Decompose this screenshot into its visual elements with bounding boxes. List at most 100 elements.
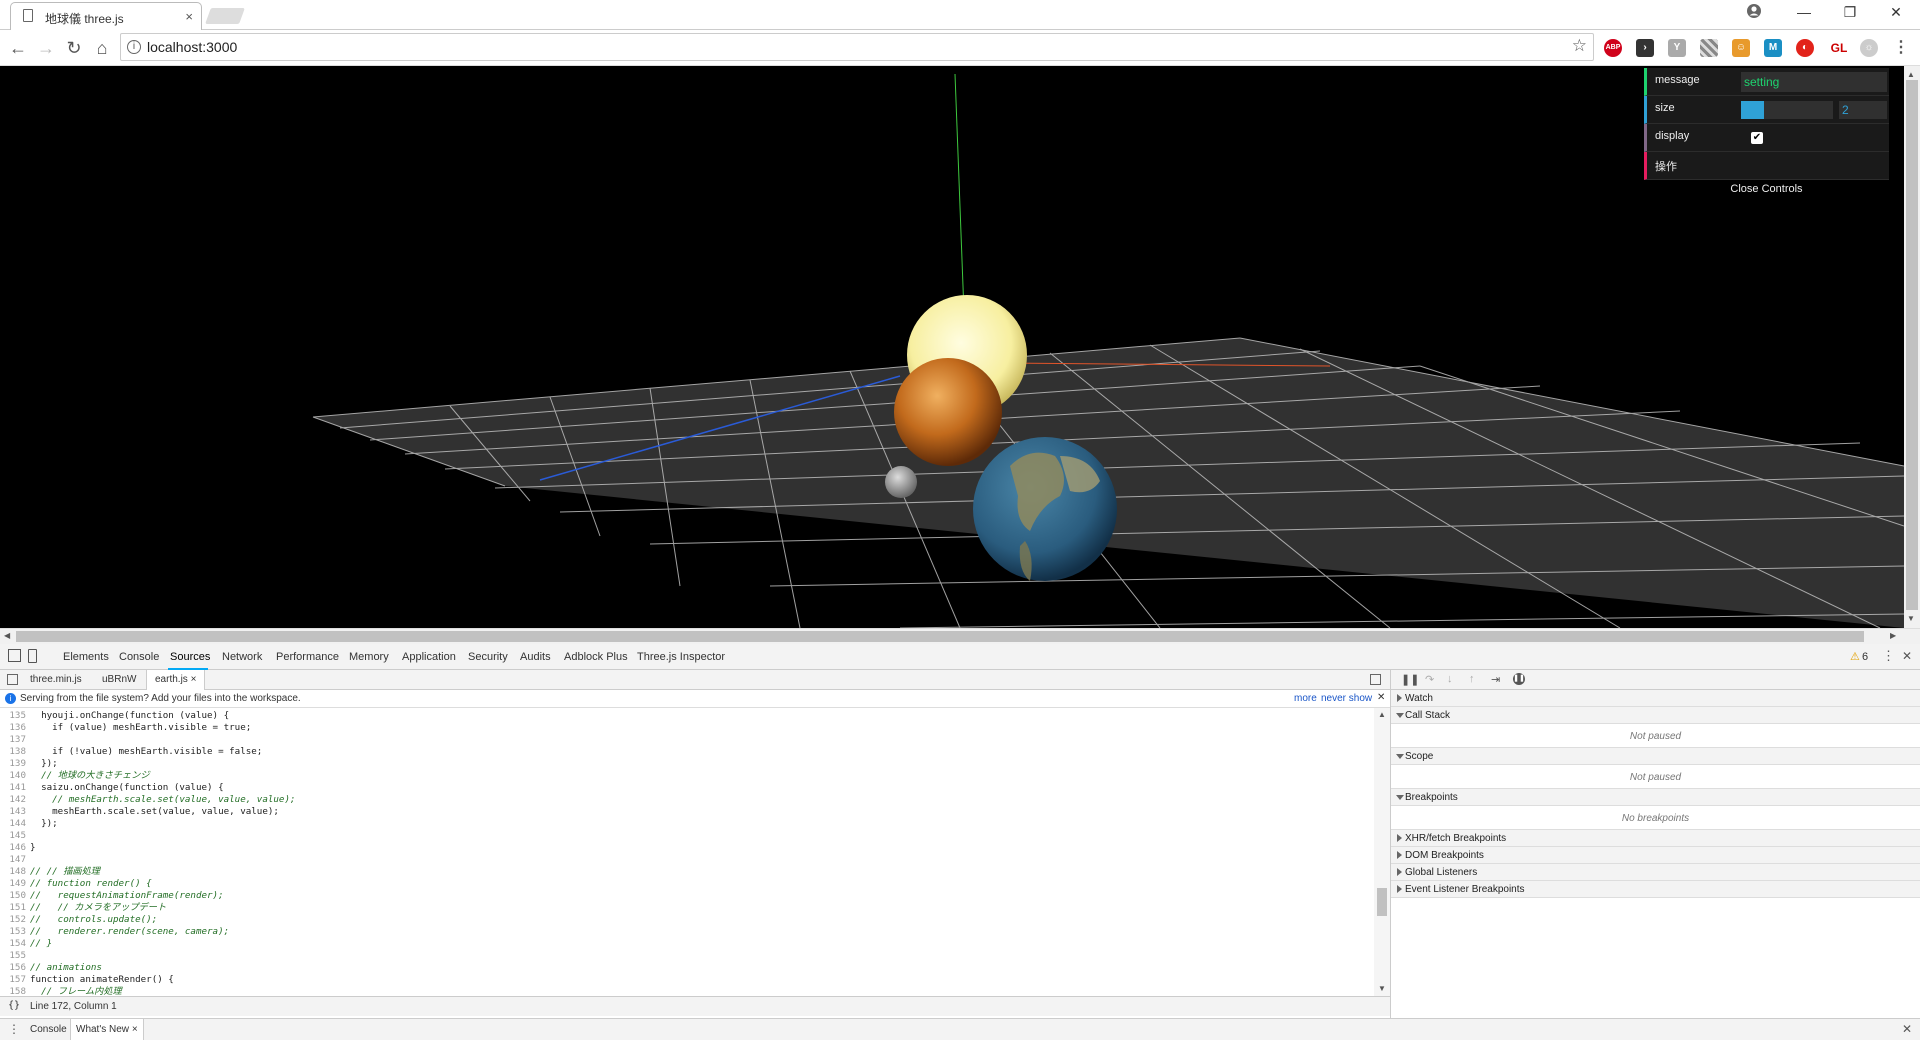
scroll-up-icon[interactable]: ▲ [1907,70,1915,79]
scroll-right-icon[interactable]: ▶ [1890,631,1896,640]
line-number[interactable]: 155 [0,950,26,962]
drawer-tab-close-icon[interactable]: × [132,1024,138,1035]
tab-network[interactable]: Network [222,651,262,663]
inspect-element-icon[interactable] [8,649,21,662]
tab-sources[interactable]: Sources [170,651,210,663]
line-number[interactable]: 139 [0,758,26,770]
device-toolbar-icon[interactable] [28,649,37,663]
back-icon[interactable]: ← [6,36,30,60]
devtools-menu-icon[interactable]: ⋮ [1882,648,1895,664]
line-number[interactable]: 149 [0,878,26,890]
line-number[interactable]: 150 [0,890,26,902]
gui-operation-folder[interactable]: 操作 [1644,152,1889,180]
line-number[interactable]: 138 [0,746,26,758]
line-number[interactable]: 147 [0,854,26,866]
gui-size-input[interactable]: 2 [1839,101,1887,119]
section-breakpoints[interactable]: Breakpoints [1391,789,1920,806]
adblock-plus-icon[interactable]: ABP [1604,39,1622,57]
tab-application[interactable]: Application [402,651,456,663]
tab-threejs-inspector[interactable]: Three.js Inspector [637,651,725,663]
section-watch[interactable]: Watch [1391,690,1920,707]
line-number[interactable]: 140 [0,770,26,782]
code-scroll-down-icon[interactable]: ▼ [1378,984,1386,993]
line-number[interactable]: 142 [0,794,26,806]
forward-icon[interactable]: → [34,36,58,60]
warning-icon[interactable]: ⚠ [1850,650,1860,663]
line-number[interactable]: 141 [0,782,26,794]
extension-arrow-icon[interactable]: › [1636,39,1654,57]
profile-icon[interactable] [1740,3,1768,22]
tab-performance[interactable]: Performance [276,651,339,663]
section-global-listeners[interactable]: Global Listeners [1391,864,1920,881]
restore-icon[interactable]: ❐ [1836,4,1864,21]
drawer-tab-console[interactable]: Console [30,1024,67,1035]
extension-fork-icon[interactable]: Y [1668,39,1686,57]
deactivate-breakpoints-icon[interactable]: ⇥ [1491,673,1500,686]
infobar-more-link[interactable]: more [1294,693,1317,704]
debugger-toggle-icon[interactable] [1370,674,1381,685]
step-into-icon[interactable]: ↓ [1447,673,1453,685]
step-over-icon[interactable]: ↷ [1425,673,1434,686]
bookmark-star-icon[interactable]: ☆ [1572,36,1587,56]
site-info-icon[interactable]: i [127,40,141,54]
minimize-icon[interactable]: — [1790,4,1818,20]
line-number[interactable]: 156 [0,962,26,974]
tab-close-icon[interactable]: × [185,9,193,24]
section-xhr-breakpoints[interactable]: XHR/fetch Breakpoints [1391,830,1920,847]
navigator-toggle-icon[interactable] [7,674,18,685]
line-number[interactable]: 145 [0,830,26,842]
scroll-down-icon[interactable]: ▼ [1907,614,1915,623]
code-scrollbar[interactable]: ▲ ▼ [1374,708,1390,996]
code-scroll-up-icon[interactable]: ▲ [1378,710,1386,719]
file-tab-close-icon[interactable]: × [191,674,197,685]
code-scroll-thumb[interactable] [1377,888,1387,916]
step-out-icon[interactable]: ↑ [1469,673,1475,685]
page-horizontal-scrollbar[interactable]: ◀ ▶ [0,628,1920,644]
section-call-stack[interactable]: Call Stack [1391,707,1920,724]
line-number[interactable]: 144 [0,818,26,830]
file-tab-earthjs[interactable]: earth.js × [146,670,206,690]
page-vertical-scrollbar[interactable]: ▲ ▼ [1904,66,1920,628]
reload-icon[interactable]: ↻ [62,36,86,60]
tab-audits[interactable]: Audits [520,651,551,663]
devtools-close-icon[interactable]: ✕ [1902,649,1912,663]
line-number[interactable]: 148 [0,866,26,878]
gui-size-slider[interactable] [1741,101,1833,119]
browser-menu-icon[interactable]: ⋮ [1892,39,1910,57]
pause-icon[interactable]: ❚❚ [1401,673,1419,686]
gui-message-input[interactable]: setting [1741,72,1887,92]
line-number[interactable]: 146 [0,842,26,854]
line-number[interactable]: 143 [0,806,26,818]
warning-count[interactable]: 6 [1862,651,1868,663]
page-vertical-scroll-thumb[interactable] [1906,80,1918,610]
extension-red-icon[interactable]: ◐ [1796,39,1814,57]
close-window-icon[interactable]: ✕ [1882,4,1910,21]
address-bar[interactable]: i localhost:3000 ☆ [120,33,1594,61]
section-dom-breakpoints[interactable]: DOM Breakpoints [1391,847,1920,864]
tab-console[interactable]: Console [119,651,159,663]
line-number[interactable]: 158 [0,986,26,996]
scroll-left-icon[interactable]: ◀ [4,631,10,640]
line-number[interactable]: 157 [0,974,26,986]
infobar-close-icon[interactable]: ✕ [1377,692,1385,703]
webgl-canvas[interactable] [0,66,1920,628]
tab-memory[interactable]: Memory [349,651,389,663]
section-scope[interactable]: Scope [1391,748,1920,765]
file-tab-ubrnw[interactable]: uBRnW [94,670,144,690]
drawer-tab-whats-new[interactable]: What's New × [70,1019,144,1040]
browser-tab[interactable]: 地球儀 three.js × [10,2,202,30]
tab-security[interactable]: Security [468,651,508,663]
tab-elements[interactable]: Elements [63,651,109,663]
pause-on-exceptions-icon[interactable]: ❚❚ [1513,673,1525,685]
gui-close-controls-button[interactable]: Close Controls [1644,180,1889,200]
extension-face-icon[interactable]: ☺ [1732,39,1750,57]
new-tab-button[interactable] [205,8,245,24]
extension-checker-icon[interactable] [1700,39,1718,57]
line-number[interactable]: 137 [0,734,26,746]
line-number[interactable]: 135 [0,710,26,722]
line-number[interactable]: 154 [0,938,26,950]
extension-grey-icon[interactable]: ☼ [1860,39,1878,57]
page-horizontal-scroll-thumb[interactable] [16,631,1864,642]
extension-gl-icon[interactable]: GL [1826,39,1852,57]
file-tab-threemin[interactable]: three.min.js [22,670,90,690]
